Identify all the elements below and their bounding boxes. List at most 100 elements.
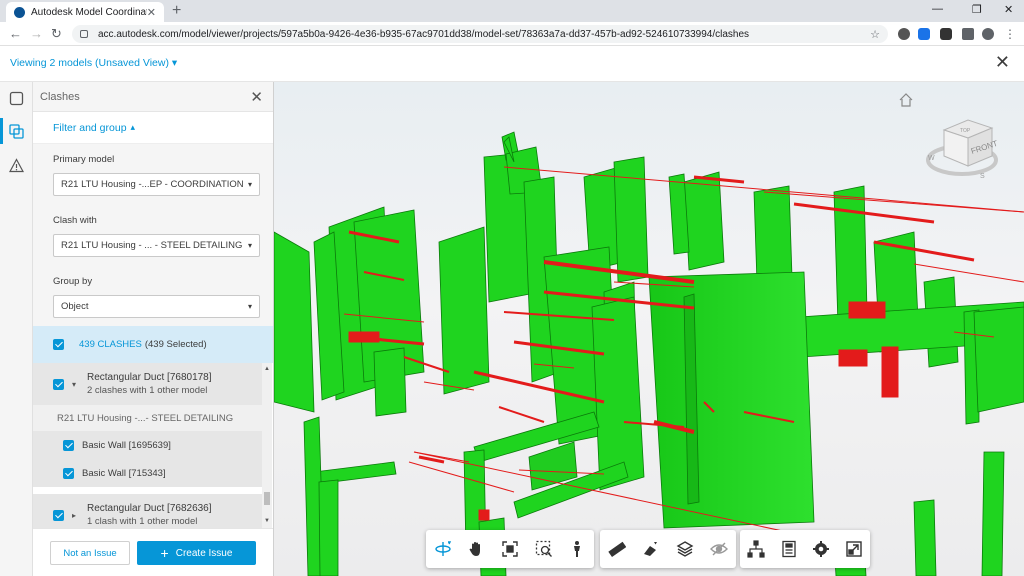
orbit-tool[interactable]	[426, 530, 460, 568]
group-by-select[interactable]: Object ▾	[53, 295, 260, 318]
scroll-thumb[interactable]	[264, 492, 270, 505]
visibility-tool[interactable]	[702, 530, 736, 568]
expand-caret-icon[interactable]: ▸	[72, 511, 80, 520]
extension-screen-icon[interactable]	[918, 28, 930, 40]
zoom-window-tool[interactable]	[527, 530, 561, 568]
panel-footer: Not an Issue + Create Issue	[33, 528, 273, 576]
ruler-icon	[608, 541, 626, 558]
extension-media-icon[interactable]	[940, 28, 952, 40]
browser-menu-icon[interactable]: ⋮	[1004, 28, 1016, 40]
extensions-puzzle-icon[interactable]	[962, 28, 974, 40]
fit-view-icon	[502, 541, 518, 557]
clash-with-value: R21 LTU Housing - ... - STEEL DETAILING	[61, 240, 243, 251]
minimize-icon[interactable]: —	[932, 3, 943, 15]
browser-address-bar: ← → ↻ acc.autodesk.com/model/viewer/proj…	[0, 22, 1024, 46]
compass-south-label: S	[980, 173, 985, 180]
navigation-toolbar	[426, 530, 594, 568]
browser-tab[interactable]: Autodesk Model Coordination ✕	[6, 2, 164, 22]
compass-west-label: W	[928, 155, 935, 162]
item-checkbox[interactable]	[63, 439, 74, 451]
model-browser-tool[interactable]	[668, 530, 702, 568]
reload-icon[interactable]: ↻	[51, 26, 62, 42]
bookmark-star-icon[interactable]: ☆	[870, 28, 880, 41]
measure-toolbar	[600, 530, 736, 568]
tool-rail	[0, 82, 33, 576]
group-checkbox[interactable]	[53, 509, 64, 521]
scroll-down-icon[interactable]: ▼	[264, 518, 270, 524]
select-all-checkbox[interactable]	[53, 339, 64, 350]
measure-tool[interactable]	[600, 530, 634, 568]
app-header: Viewing 2 models (Unsaved View) ▾ ✕	[0, 46, 1024, 82]
clash-group-row[interactable]: ▾ Rectangular Duct [7680178] 2 clashes w…	[33, 363, 262, 405]
clash-with-select[interactable]: R21 LTU Housing - ... - STEEL DETAILING …	[53, 234, 260, 257]
orbit-icon	[435, 541, 451, 556]
item-checkbox[interactable]	[63, 467, 74, 479]
panel-title: Clashes	[40, 90, 80, 103]
chevron-down-icon: ▾	[247, 302, 252, 311]
clash-item-row[interactable]: Basic Wall [1695639]	[33, 431, 262, 459]
fit-to-view-tool[interactable]	[493, 530, 527, 568]
forward-icon[interactable]: →	[30, 26, 43, 42]
clash-item-row[interactable]: Basic Wall [715343]	[33, 459, 262, 487]
group-title: Rectangular Duct [7680178]	[87, 372, 212, 383]
panel-header: Clashes	[33, 82, 273, 112]
chevron-down-icon: ▾	[247, 180, 252, 189]
filter-and-group-toggle[interactable]: Filter and group ▴	[33, 112, 273, 144]
extension-circle-icon[interactable]	[898, 28, 910, 40]
clashes-icon[interactable]	[9, 124, 24, 139]
models-icon[interactable]	[9, 91, 24, 106]
clash-item-label: Basic Wall [715343]	[82, 467, 166, 479]
clashes-panel: Clashes ✕ Filter and group ▴ Primary mod…	[33, 82, 274, 576]
back-icon[interactable]: ←	[9, 26, 22, 42]
tab-close-icon[interactable]: ✕	[147, 6, 156, 19]
not-an-issue-button[interactable]: Not an Issue	[50, 541, 130, 565]
active-rail-indicator	[0, 118, 3, 144]
model-viewer-canvas[interactable]: TOP FRONT W S	[274, 82, 1024, 576]
autodesk-favicon-icon	[14, 6, 25, 18]
group-subtitle: 1 clash with 1 other model	[87, 516, 198, 527]
filter-section: Primary model R21 LTU Housing -...EP - C…	[33, 144, 273, 326]
clash-item-label: Basic Wall [1695639]	[82, 439, 171, 451]
pan-tool[interactable]	[460, 530, 494, 568]
group-checkbox[interactable]	[53, 378, 64, 390]
model-structure-tool[interactable]	[740, 530, 773, 568]
create-issue-label: Create Issue	[175, 547, 233, 559]
url-field[interactable]: acc.autodesk.com/model/viewer/projects/5…	[72, 25, 888, 43]
section-tool[interactable]	[634, 530, 668, 568]
tab-title: Autodesk Model Coordination	[31, 6, 147, 18]
lock-icon	[80, 30, 88, 38]
plus-icon: +	[160, 545, 169, 561]
chevron-down-icon: ▾	[247, 241, 252, 250]
profile-avatar-icon[interactable]	[982, 28, 994, 40]
expand-caret-icon[interactable]: ▾	[72, 380, 80, 389]
clash-with-label: Clash with	[53, 215, 97, 226]
fullscreen-icon	[846, 541, 862, 557]
pan-hand-icon	[469, 542, 481, 556]
window-close-icon[interactable]: ✕	[1004, 3, 1013, 16]
bim-model-render	[274, 131, 1024, 576]
clash-count: 439 CLASHES	[79, 339, 142, 350]
viewcube-top-label: TOP	[960, 128, 971, 134]
group-title: Rectangular Duct [7682636]	[87, 503, 212, 514]
settings-tool[interactable]	[805, 530, 838, 568]
panel-close-icon[interactable]: ✕	[250, 88, 263, 106]
clash-group-list: ▾ Rectangular Duct [7680178] 2 clashes w…	[33, 363, 262, 528]
viewcube[interactable]: TOP FRONT W S	[922, 110, 999, 182]
scroll-up-icon[interactable]: ▲	[264, 366, 270, 372]
browser-tab-bar: Autodesk Model Coordination ✕ + — ❐ ✕	[0, 0, 1024, 22]
group-subtitle: 2 clashes with 1 other model	[87, 385, 208, 396]
home-view-icon[interactable]	[898, 92, 914, 108]
issues-warning-icon[interactable]	[9, 158, 24, 173]
list-scrollbar[interactable]: ▲ ▼	[262, 363, 272, 528]
clash-group-row[interactable]: ▸ Rectangular Duct [7682636] 1 clash wit…	[33, 494, 262, 528]
close-viewer-icon[interactable]: ✕	[995, 52, 1010, 73]
viewing-models-dropdown[interactable]: Viewing 2 models (Unsaved View) ▾	[10, 57, 177, 69]
properties-tool[interactable]	[773, 530, 806, 568]
first-person-tool[interactable]	[560, 530, 594, 568]
create-issue-button[interactable]: + Create Issue	[137, 541, 256, 565]
fullscreen-tool[interactable]	[838, 530, 871, 568]
layers-icon	[676, 541, 694, 557]
restore-icon[interactable]: ❐	[972, 3, 982, 16]
new-tab-button[interactable]: +	[172, 2, 181, 20]
primary-model-select[interactable]: R21 LTU Housing -...EP - COORDINATION ▾	[53, 173, 260, 196]
